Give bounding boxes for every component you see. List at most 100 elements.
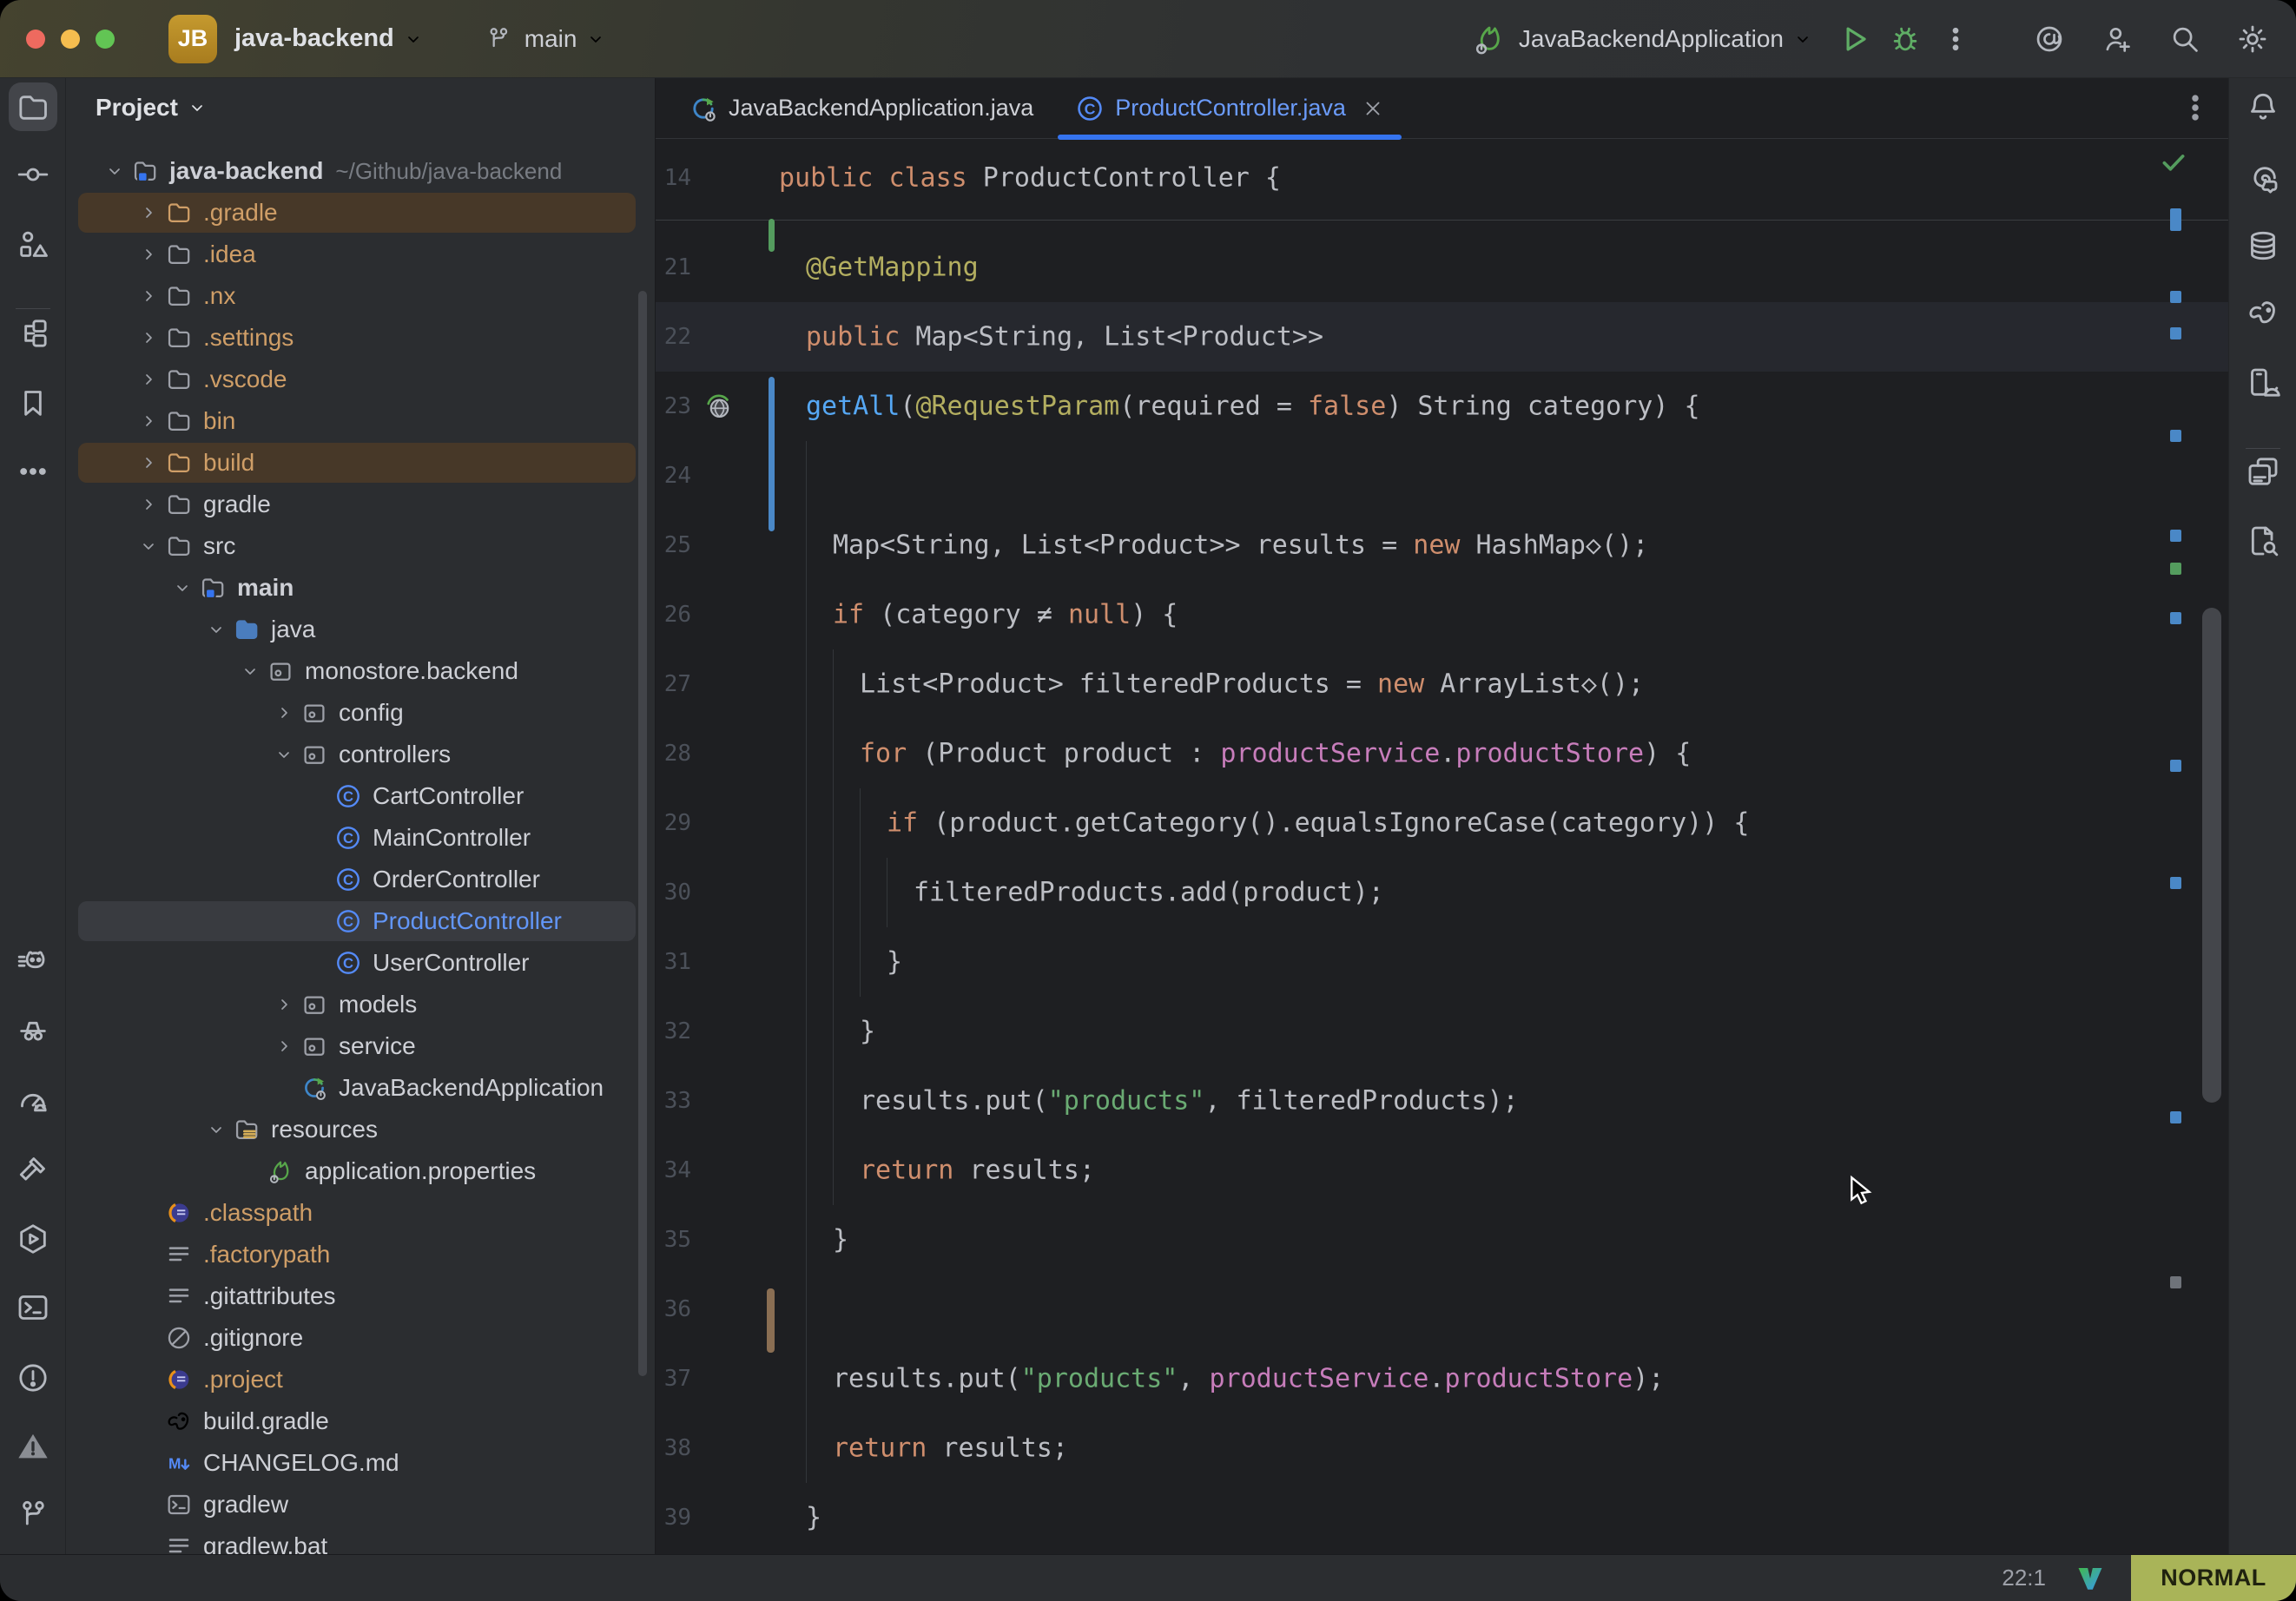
project-scrollbar[interactable]: [638, 291, 647, 1376]
ai-assistant-button[interactable]: [2030, 20, 2068, 58]
tree-item-changelog-md[interactable]: MCHANGELOG.md: [66, 1442, 655, 1484]
project-panel-header[interactable]: Project: [96, 94, 208, 122]
line-number[interactable]: 21: [656, 254, 691, 280]
code-line-39[interactable]: 39}: [656, 1483, 2228, 1552]
tree-item--gradle[interactable]: .gradle: [66, 192, 655, 234]
line-number[interactable]: 34: [656, 1157, 691, 1183]
line-number[interactable]: 22: [656, 324, 691, 350]
tool-window-button-device-manager[interactable]: [2239, 359, 2287, 407]
code-line-30[interactable]: 30filteredProducts.add(product);: [656, 858, 2228, 927]
line-number[interactable]: 25: [656, 532, 691, 558]
code-line-24[interactable]: 24: [656, 441, 2228, 511]
tree-item-main[interactable]: main: [66, 567, 655, 609]
tab-productcontroller[interactable]: C ProductController.java: [1054, 78, 1405, 138]
line-number[interactable]: 32: [656, 1018, 691, 1044]
rest-endpoint-icon[interactable]: [703, 391, 734, 422]
tool-window-button-problems[interactable]: [9, 1354, 57, 1402]
chevron-right-icon[interactable]: [274, 994, 294, 1015]
tool-window-button-more-tool-windows[interactable]: [9, 447, 57, 496]
chevron-down-icon[interactable]: [274, 744, 294, 765]
chevron-down-icon[interactable]: [206, 1119, 227, 1140]
code-line-22[interactable]: 22public Map<String, List<Product>>: [656, 302, 2228, 372]
tool-window-button-commit[interactable]: [9, 150, 57, 199]
tree-item-java-backend[interactable]: java-backend~/Github/java-backend: [66, 150, 655, 192]
tool-window-button-copilot[interactable]: [9, 938, 57, 986]
line-number[interactable]: 36: [656, 1296, 691, 1322]
line-number[interactable]: 27: [656, 671, 691, 697]
tree-item--project[interactable]: .project: [66, 1359, 655, 1400]
tree-item-src[interactable]: src: [66, 525, 655, 567]
tree-item-application-properties[interactable]: application.properties: [66, 1150, 655, 1192]
tree-item--vscode[interactable]: .vscode: [66, 359, 655, 400]
code-line-37[interactable]: 37results.put("products", productService…: [656, 1344, 2228, 1413]
tree-item-monostore-backend[interactable]: monostore.backend: [66, 650, 655, 692]
tree-item-build[interactable]: build: [66, 442, 655, 484]
chevron-down-icon[interactable]: [240, 661, 261, 682]
tool-window-button-documentation[interactable]: [2239, 517, 2287, 565]
line-number[interactable]: 23: [656, 393, 691, 419]
chevron-right-icon[interactable]: [274, 702, 294, 723]
line-number[interactable]: 35: [656, 1227, 691, 1253]
tree-item-maincontroller[interactable]: CMainController: [66, 817, 655, 859]
chevron-down-icon[interactable]: [172, 577, 193, 598]
debug-button[interactable]: [1886, 20, 1924, 58]
tree-item--gitattributes[interactable]: .gitattributes: [66, 1275, 655, 1317]
tool-window-button-incognito[interactable]: [9, 1005, 57, 1053]
code-area[interactable]: 14public class ProductController { 21@Get…: [656, 139, 2228, 1554]
code-line-26[interactable]: 26if (category ≠ null) {: [656, 580, 2228, 649]
tree-item--gitignore[interactable]: .gitignore: [66, 1317, 655, 1359]
tree-item--nx[interactable]: .nx: [66, 275, 655, 317]
tree-item-gradle[interactable]: gradle: [66, 484, 655, 525]
code-line-21[interactable]: 21@GetMapping: [656, 233, 2228, 302]
code-line-14[interactable]: 14public class ProductController {: [656, 143, 2228, 213]
run-button[interactable]: [1836, 20, 1874, 58]
code-line-32[interactable]: 32}: [656, 997, 2228, 1066]
branch-widget[interactable]: main: [485, 25, 607, 53]
code-line-28[interactable]: 28for (Product product : productService.…: [656, 719, 2228, 788]
chevron-down-icon[interactable]: [138, 536, 159, 557]
ideavim-icon[interactable]: [2075, 1564, 2105, 1593]
tree-item--classpath[interactable]: .classpath: [66, 1192, 655, 1234]
chevron-right-icon[interactable]: [138, 494, 159, 515]
line-number[interactable]: 14: [656, 165, 691, 191]
tab-javabackendapplication[interactable]: JavaBackendApplication.java: [668, 78, 1054, 138]
code-line-25[interactable]: 25Map<String, List<Product>> results = n…: [656, 511, 2228, 580]
tree-item-javabackendapplication[interactable]: JavaBackendApplication: [66, 1067, 655, 1109]
settings-button[interactable]: [2233, 20, 2272, 58]
search-everywhere-button[interactable]: [2166, 20, 2204, 58]
editor-scrollbar[interactable]: [2202, 608, 2221, 1103]
code-line-38[interactable]: 38return results;: [656, 1413, 2228, 1483]
tool-window-button-project[interactable]: [9, 82, 57, 131]
code-line-29[interactable]: 29if (product.getCategory().equalsIgnore…: [656, 788, 2228, 858]
chevron-right-icon[interactable]: [138, 244, 159, 265]
tree-item-ordercontroller[interactable]: COrderController: [66, 859, 655, 900]
close-icon[interactable]: [1362, 97, 1384, 120]
line-number[interactable]: 33: [656, 1088, 691, 1114]
tool-window-button-build[interactable]: [9, 1145, 57, 1194]
line-number[interactable]: 30: [656, 880, 691, 906]
tree-item--settings[interactable]: .settings: [66, 317, 655, 359]
tree-item-resources[interactable]: resources: [66, 1109, 655, 1150]
tool-window-button-ai-assistant[interactable]: [2239, 154, 2287, 202]
tree-item-cartcontroller[interactable]: CCartController: [66, 775, 655, 817]
tree-item-service[interactable]: service: [66, 1025, 655, 1067]
tree-item--idea[interactable]: .idea: [66, 234, 655, 275]
line-number[interactable]: 38: [656, 1435, 691, 1461]
tool-window-button-profiler[interactable]: [9, 1077, 57, 1125]
tool-window-button-notifications[interactable]: [2239, 82, 2287, 131]
tree-item-bin[interactable]: bin: [66, 400, 655, 442]
tree-item-gradlew-bat[interactable]: gradlew.bat: [66, 1525, 655, 1554]
tool-window-button-build-variants[interactable]: [2239, 447, 2287, 496]
tree-item-gradlew[interactable]: gradlew: [66, 1484, 655, 1525]
tree-item-java[interactable]: java: [66, 609, 655, 650]
chevron-right-icon[interactable]: [138, 327, 159, 348]
tool-window-button-git[interactable]: [9, 1491, 57, 1539]
line-number[interactable]: 31: [656, 949, 691, 975]
chevron-right-icon[interactable]: [138, 369, 159, 390]
caret-position[interactable]: 22:1: [2002, 1565, 2046, 1591]
chevron-down-icon[interactable]: [206, 619, 227, 640]
line-number[interactable]: 28: [656, 741, 691, 767]
line-number[interactable]: 29: [656, 810, 691, 836]
close-window-button[interactable]: [26, 30, 45, 49]
code-with-me-button[interactable]: [2098, 20, 2136, 58]
